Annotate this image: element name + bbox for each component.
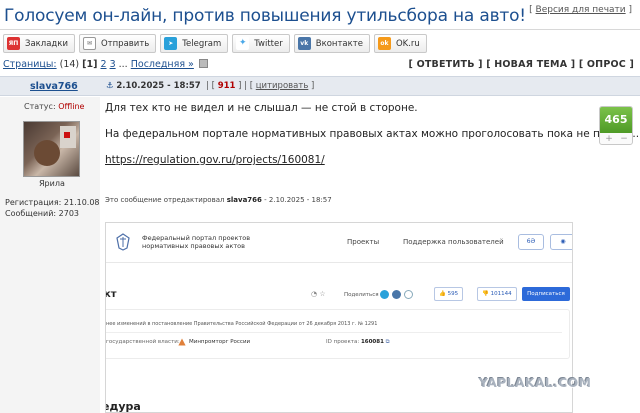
like-counter: 👍 595 (434, 287, 464, 301)
post-header: slava766 ⚓ 2.10.2025 - 18:57 | [ 911 ] |… (0, 76, 640, 96)
post-number[interactable]: 911 (218, 81, 236, 91)
new-topic-button[interactable]: НОВАЯ ТЕМА (494, 59, 567, 70)
regulation-link[interactable]: https://regulation.gov.ru/projects/16008… (105, 154, 325, 166)
share-label: OK.ru (395, 38, 420, 49)
page-3-link[interactable]: 3 (110, 59, 116, 70)
post-date: 2.10.2025 - 18:57 (116, 81, 201, 91)
portal-logo-text: Федеральный портал проектов нормативных … (142, 234, 250, 250)
message-count: Сообщений: 2703 (5, 209, 79, 218)
embed-id-label: ID проекта: (326, 339, 360, 345)
post-text-line: На федеральном портале нормативных право… (105, 128, 640, 140)
ok-icon: ok (377, 37, 391, 50)
cite-button[interactable]: цитировать (256, 81, 309, 91)
jump-page-icon[interactable] (198, 59, 208, 68)
user-status: Статус: Offline (24, 102, 84, 111)
share-label: Закладки (25, 38, 68, 49)
likes-count: 595 (447, 291, 459, 297)
embed-view-icons: ◔ ☆ (311, 290, 326, 298)
site-watermark: YAPLAKAL.COM (479, 375, 592, 390)
embed-project-id: ID проекта: 160081 ⧉ (326, 339, 390, 346)
share-send-button[interactable]: ✉ Отправить (78, 34, 157, 53)
portal-logo-line: нормативных правовых актов (142, 242, 245, 250)
pagination: Страницы: (14) [1] 2 3 ... Последняя » (3, 59, 208, 70)
embed-title: кт (105, 289, 117, 300)
dislikes-count: 101144 (490, 291, 512, 297)
current-page: [1] (82, 59, 98, 70)
pages-count: (14) (59, 59, 80, 70)
author-name[interactable]: slava766 (30, 81, 78, 92)
topic-actions: [ ОТВЕТИТЬ ] [ НОВАЯ ТЕМА ] [ ОПРОС ] (408, 59, 634, 70)
avatar[interactable] (23, 121, 80, 177)
warning-icon (178, 338, 186, 346)
share-ok-button[interactable]: ok OK.ru (373, 34, 427, 53)
telegram-icon (380, 290, 389, 299)
copy-icon: ⧉ (385, 339, 390, 345)
avatar-shape (64, 132, 70, 138)
topic-title: Голосуем он-лайн, против повышения утиль… (4, 6, 526, 26)
rating-minus-button[interactable]: − (616, 134, 632, 144)
post-body: Для тех кто не видел и не слышал — не ст… (105, 102, 639, 167)
portal-logo-line: Федеральный портал проектов (142, 234, 251, 242)
edit-note-user: slava766 (226, 196, 262, 204)
mail-icon: ✉ (82, 37, 96, 50)
share-bookmarks-button[interactable]: ЯП Закладки (3, 34, 75, 53)
embed-header: Федеральный портал проектов нормативных … (106, 223, 572, 263)
status-label: Статус: (24, 102, 56, 111)
status-value: Offline (58, 102, 85, 111)
user-icon: ◉ (550, 234, 572, 250)
edit-note: Это сообщение отредактировал slava766 - … (105, 196, 332, 204)
embed-ministry: Минпромторг России (189, 339, 251, 345)
embed-nav-support: Поддержка пользователей (403, 238, 504, 246)
share-label: Telegram (182, 38, 222, 49)
share-bar: ЯП Закладки ✉ Отправить ➤ Telegram ✦ Twi… (3, 34, 427, 53)
print-version-link[interactable]: Версия для печати (536, 5, 626, 15)
embed-authority-label: государственной власти: (106, 339, 180, 345)
last-page-link[interactable]: Последняя » (131, 59, 194, 70)
yaplakal-icon: ЯП (7, 37, 20, 50)
divider (0, 29, 640, 30)
poll-button[interactable]: ОПРОС (587, 59, 626, 70)
share-label: Вконтакте (315, 38, 363, 49)
edit-note-prefix: Это сообщение отредактировал (105, 196, 225, 204)
share-twitter-button[interactable]: ✦ Twitter (232, 34, 290, 53)
user-stats: Регистрация: 21.10.08 Сообщений: 2703 (5, 197, 100, 219)
rating-widget: 465 + − (599, 106, 633, 145)
emblem-icon (116, 233, 130, 251)
pages-ellipsis: ... (118, 59, 128, 70)
glasses-icon: 6Ə (518, 234, 544, 250)
registration-date: Регистрация: 21.10.08 (5, 198, 100, 207)
embed-project-name: нее изменений в постановление Правительс… (106, 321, 378, 327)
share-telegram-button[interactable]: ➤ Telegram (160, 34, 229, 53)
vk-icon: vk (297, 37, 311, 50)
twitter-icon: ✦ (236, 37, 250, 50)
pages-link[interactable]: Страницы: (3, 59, 57, 70)
embed-id-value: 160081 (360, 339, 384, 345)
embed-share-label: Поделиться (344, 292, 379, 298)
telegram-icon: ➤ (164, 37, 178, 50)
edit-note-date: - 2.10.2025 - 18:57 (264, 196, 332, 204)
share-label: Twitter (254, 38, 283, 49)
rating-plus-button[interactable]: + (601, 134, 617, 144)
link-icon (404, 290, 413, 299)
avatar-caption: Ярила (39, 179, 65, 188)
vk-icon (392, 290, 401, 299)
divider (106, 332, 562, 333)
embed-info-card (106, 309, 570, 359)
page-2-link[interactable]: 2 (100, 59, 106, 70)
print-version: [ Версия для печати ] (529, 5, 632, 15)
rating-value: 465 (600, 107, 632, 133)
dislike-counter: 👎 101144 (477, 287, 517, 301)
embed-section-heading: едура (105, 400, 141, 413)
avatar-shape (34, 140, 60, 166)
embed-nav-projects: Проекты (347, 238, 380, 246)
embed-subscribe-button: Подписаться (522, 287, 570, 301)
reply-button[interactable]: ОТВЕТИТЬ (417, 59, 475, 70)
share-vk-button[interactable]: vk Вконтакте (293, 34, 370, 53)
post-text-line: Для тех кто не видел и не слышал — не ст… (105, 102, 418, 114)
share-label: Отправить (100, 38, 150, 49)
post-meta: ⚓ 2.10.2025 - 18:57 | [ 911 ] | [ цитиро… (106, 81, 315, 91)
anchor-icon[interactable]: ⚓ (106, 81, 114, 91)
